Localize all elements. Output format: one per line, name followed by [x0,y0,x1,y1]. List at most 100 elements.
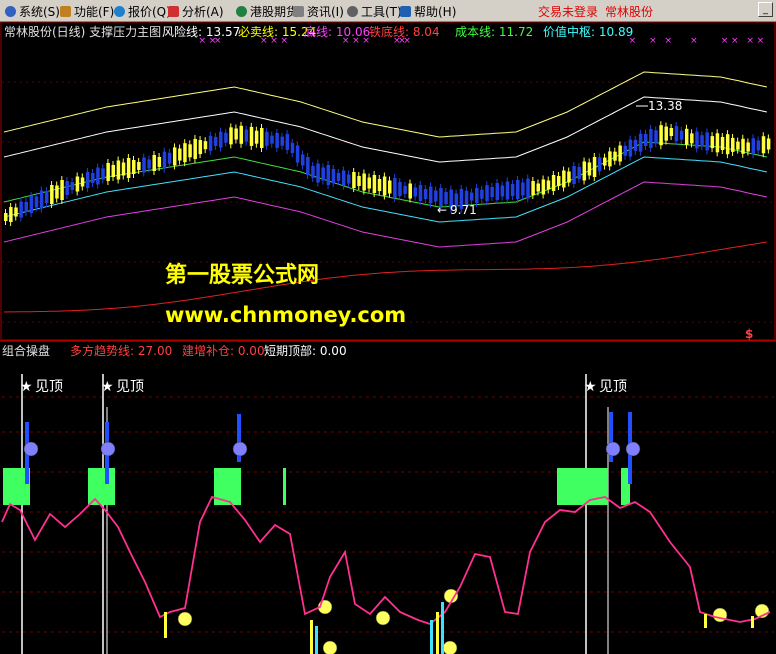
candle-body [193,138,197,159]
top-marker: × [280,36,288,46]
green-signal-bar [599,468,602,505]
candle-body [183,143,187,163]
bottom-signal-bar [704,614,707,628]
candle-body [249,126,254,146]
indicator-label: 风险线: [162,24,202,39]
top-marker: × [260,36,268,46]
candle-body [649,128,653,148]
indicator-value: 10.89 [595,25,633,39]
menu-quote[interactable]: 报价(Q) [114,3,171,20]
green-signal-bar [584,468,587,505]
candle-body [106,163,110,181]
top-marker: × [362,36,370,46]
top-signal-label: 见顶 [35,379,63,395]
candle-body [608,151,612,167]
smile-face-icon [712,607,728,623]
candle-body [603,157,607,166]
candle-body [526,178,530,199]
sad-face-icon [605,441,621,457]
candle-body [367,177,372,189]
green-signal-bar [602,468,605,505]
low-price-label: 9.71 [450,203,477,217]
candle-body [331,169,336,183]
candle-body [541,179,546,195]
candle-body [65,181,69,195]
sad-face-icon [232,441,248,457]
candle-body [562,170,566,188]
candle-body [326,165,331,185]
main-panel-title: 常林股份(日线) 支撑压力主图 [4,24,161,39]
candle-body [34,196,39,208]
sub-indicator-0: 多方趋势线: 27.00 [70,343,172,358]
candle-body [475,187,479,203]
top-marker: × [352,36,360,46]
candle-body [280,136,284,146]
candle-body [567,171,571,183]
star-icon: ★ [101,379,114,395]
menu-tools[interactable]: 工具(T) [347,3,402,20]
candle-body [85,172,90,188]
candle-body [644,134,648,146]
bottom-signal-bar [315,626,318,654]
indicator-value: 0.00 [234,344,265,358]
top-marker: × [629,36,637,46]
top-marker: × [342,36,350,46]
watermark-url: www.chnmoney.com [165,303,406,327]
help-icon [400,6,411,17]
green-signal-bar [229,468,232,505]
green-signal-bar [621,468,624,505]
candle-body [408,183,412,199]
candle-body [690,133,694,144]
trade-status[interactable]: 交易未登录 [538,3,598,20]
analysis-icon [168,6,179,17]
candle-body [362,173,366,191]
candle-body [536,183,540,192]
candle-body [654,130,658,144]
minimize-button[interactable]: _ [758,2,773,17]
candle-body [4,213,8,221]
system-icon [5,6,16,17]
stock-name: 常林股份 [605,5,654,19]
top-marker: × [649,36,657,46]
candle-body [531,181,535,195]
menu-news[interactable]: 资讯(I) [293,3,344,20]
candle-body [638,133,643,152]
menu-help[interactable]: 帮助(H) [400,3,456,20]
green-signal-bar [97,468,100,505]
candle-body [413,187,418,197]
candle-body [500,185,505,197]
indicator-label: 成本线: [455,25,495,39]
green-signal-bar [6,468,9,505]
top-signal-label: 见顶 [116,379,144,395]
green-signal-bar [232,468,235,505]
menu-label: 港股期货 [250,5,299,19]
candle-body [551,175,556,191]
candle-body [111,165,116,177]
top-marker: × [746,36,754,46]
menu-system[interactable]: 系统(S) [5,3,60,20]
bottom-signal-bar [430,620,433,654]
top-marker: × [214,36,222,46]
candle-body [55,185,59,199]
candle-body [480,189,484,199]
candle-body [96,167,100,185]
candle-body [285,134,290,150]
menu-hk-futures[interactable]: 港股期货 [236,3,298,20]
candle-body [91,173,95,183]
candle-body [700,135,704,147]
candle-body [372,175,377,193]
menu-label: 工具(T) [361,5,402,19]
menu-analysis[interactable]: 分析(A) [168,3,224,20]
candle-body [254,130,259,144]
candle-body [290,143,295,153]
candle-body [715,133,720,153]
dollar-icon: $ [745,327,753,341]
candle-body [167,152,172,164]
quote-icon [114,6,125,17]
candle-body [29,196,34,213]
menu-function[interactable]: 功能(F) [60,3,114,20]
candle-body [152,155,156,171]
indicator-value: 27.00 [134,344,172,358]
candle-body [341,170,346,186]
menu-label: 资讯(I) [307,5,344,19]
